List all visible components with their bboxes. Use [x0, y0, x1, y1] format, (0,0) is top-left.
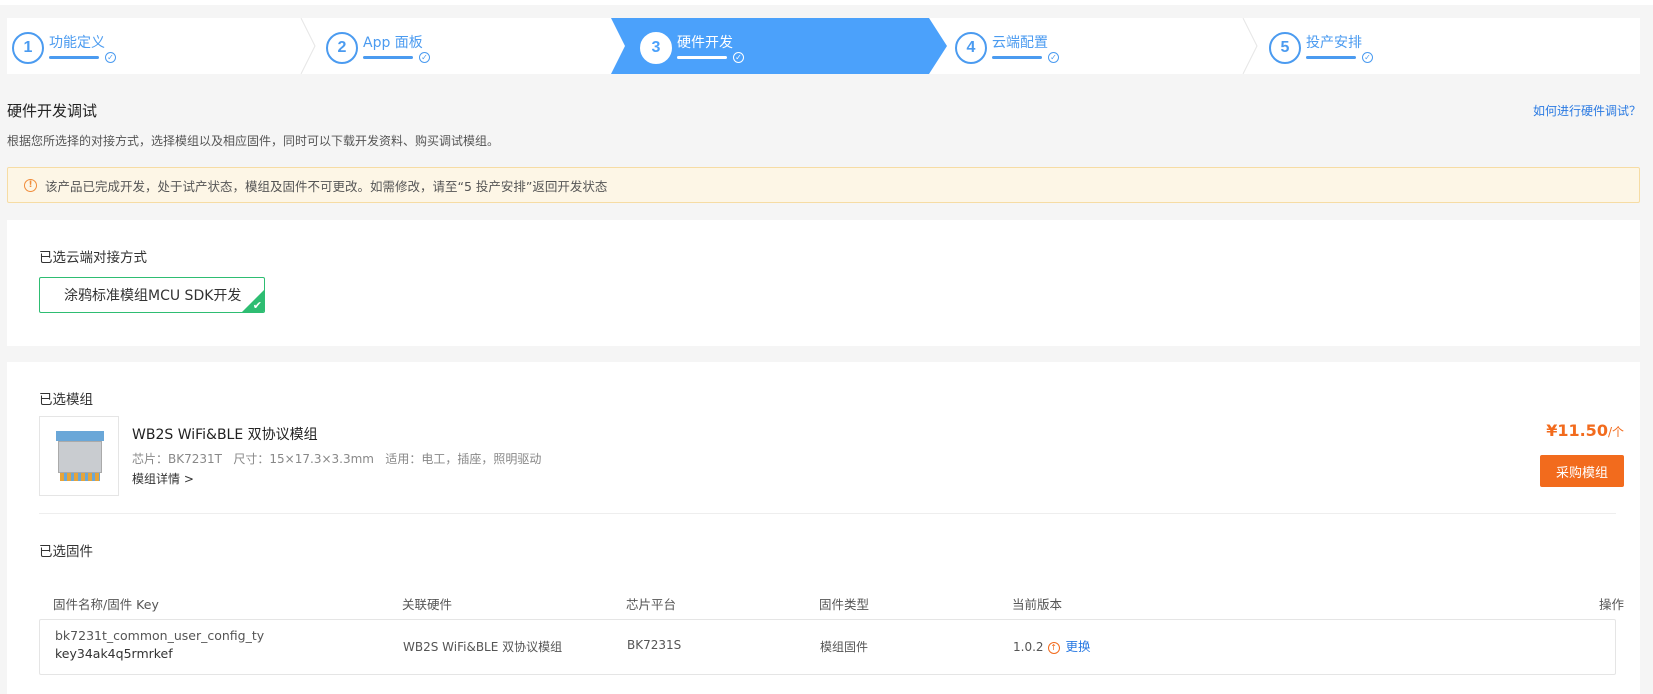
firmware-version: 1.0.2 [1013, 640, 1044, 654]
progress-stepper: 1 功能定义 ✓ 2 App 面板 ✓ 3 硬件开发 ✓ 4 云端配置 ✓ 5 … [7, 18, 1640, 74]
column-header: 关联硬件 [402, 597, 453, 612]
step-5[interactable]: 5 投产安排 ✓ [1264, 18, 1564, 74]
module-detail-link[interactable]: 模组详情 > [132, 470, 194, 487]
notice-text: 该产品已完成开发，处于试产状态，模组及固件不可更改。如需修改，请至“5 投产安排… [45, 178, 608, 194]
check-icon: ✔ [252, 299, 262, 312]
module-spec: 芯片：BK7231T 尺寸：15×17.3×3.3mm 适用：电工，插座，照明驱… [132, 452, 542, 466]
module-price: ¥11.50/个 [1546, 421, 1624, 440]
step-label: 硬件开发 [677, 35, 733, 51]
module-image [39, 416, 119, 496]
status-notice: ! 该产品已完成开发，处于试产状态，模组及固件不可更改。如需修改，请至“5 投产… [7, 167, 1640, 203]
step-number: 2 [326, 32, 358, 64]
column-header: 操作 [1598, 597, 1624, 612]
step-2[interactable]: 2 App 面板 ✓ [321, 18, 621, 74]
warning-icon: ! [24, 178, 37, 192]
chevron-down-icon: ✓ [1048, 52, 1059, 63]
step-label: 投产安排 [1306, 35, 1362, 51]
step-progress-bar [363, 56, 413, 59]
buy-module-button[interactable]: 采购模组 [1540, 455, 1624, 487]
step-progress-bar [992, 56, 1042, 59]
price-value: ¥11.50 [1546, 421, 1608, 440]
firmware-heading: 已选固件 [39, 544, 93, 560]
firmware-version-cell: 1.0.2 ↑ 更换 [1013, 636, 1091, 655]
step-number: 1 [12, 32, 44, 64]
step-progress-bar [49, 56, 99, 59]
module-firmware-card: 已选模组 WB2S WiFi&BLE 双协议模组 芯片：BK7231T 尺寸：1… [7, 362, 1640, 694]
module-heading: 已选模组 [39, 392, 93, 408]
step-progress-bar [1306, 56, 1356, 59]
cloud-heading: 已选云端对接方式 [39, 250, 147, 266]
option-label: 涂鸦标准模组MCU SDK开发 [64, 288, 242, 304]
chevron-down-icon: ✓ [1362, 52, 1373, 63]
firmware-key: key34ak4q5rmrkef [55, 646, 173, 661]
top-strip [0, 0, 1653, 5]
firmware-type: 模组固件 [820, 640, 869, 654]
step-number: 3 [640, 32, 672, 64]
chip-icon [56, 431, 104, 483]
step-label: 功能定义 [49, 35, 105, 51]
hardware-debug-help-link[interactable]: 如何进行硬件调试？ [1533, 102, 1641, 119]
column-header: 固件名称/固件 Key [53, 597, 159, 612]
chevron-down-icon: ✓ [105, 52, 116, 63]
column-header: 芯片平台 [626, 597, 677, 612]
firmware-chip: BK7231S [627, 638, 682, 652]
step-separator [300, 18, 316, 74]
table-row: bk7231t_common_user_config_ty key34ak4q5… [39, 619, 1616, 675]
page-subtitle: 根据您所选择的对接方式，选择模组以及相应固件，同时可以下载开发资料、购买调试模组… [7, 134, 500, 148]
step-3[interactable]: 3 硬件开发 ✓ [635, 18, 935, 74]
cloud-option-mcu-sdk[interactable]: 涂鸦标准模组MCU SDK开发 ✔ [39, 277, 265, 313]
price-unit: /个 [1607, 425, 1624, 439]
divider [39, 513, 1616, 514]
module-name: WB2S WiFi&BLE 双协议模组 [132, 427, 318, 443]
step-number: 5 [1269, 32, 1301, 64]
step-separator [1242, 18, 1258, 74]
step-progress-bar [677, 56, 727, 59]
firmware-name: bk7231t_common_user_config_ty [55, 628, 265, 643]
step-4[interactable]: 4 云端配置 ✓ [950, 18, 1250, 74]
change-firmware-link[interactable]: 更换 [1066, 639, 1091, 654]
chevron-down-icon: ✓ [733, 52, 744, 63]
step-label: 云端配置 [992, 35, 1048, 51]
column-header: 固件类型 [819, 597, 870, 612]
firmware-hardware: WB2S WiFi&BLE 双协议模组 [403, 640, 563, 654]
cloud-connection-card: 已选云端对接方式 涂鸦标准模组MCU SDK开发 ✔ [7, 220, 1640, 346]
upgrade-icon[interactable]: ↑ [1047, 641, 1060, 654]
column-header: 当前版本 [1012, 597, 1063, 612]
step-1[interactable]: 1 功能定义 ✓ [7, 18, 307, 74]
chevron-down-icon: ✓ [419, 52, 430, 63]
step-label: App 面板 [363, 35, 423, 51]
page-title: 硬件开发调试 [7, 102, 98, 120]
step-number: 4 [955, 32, 987, 64]
